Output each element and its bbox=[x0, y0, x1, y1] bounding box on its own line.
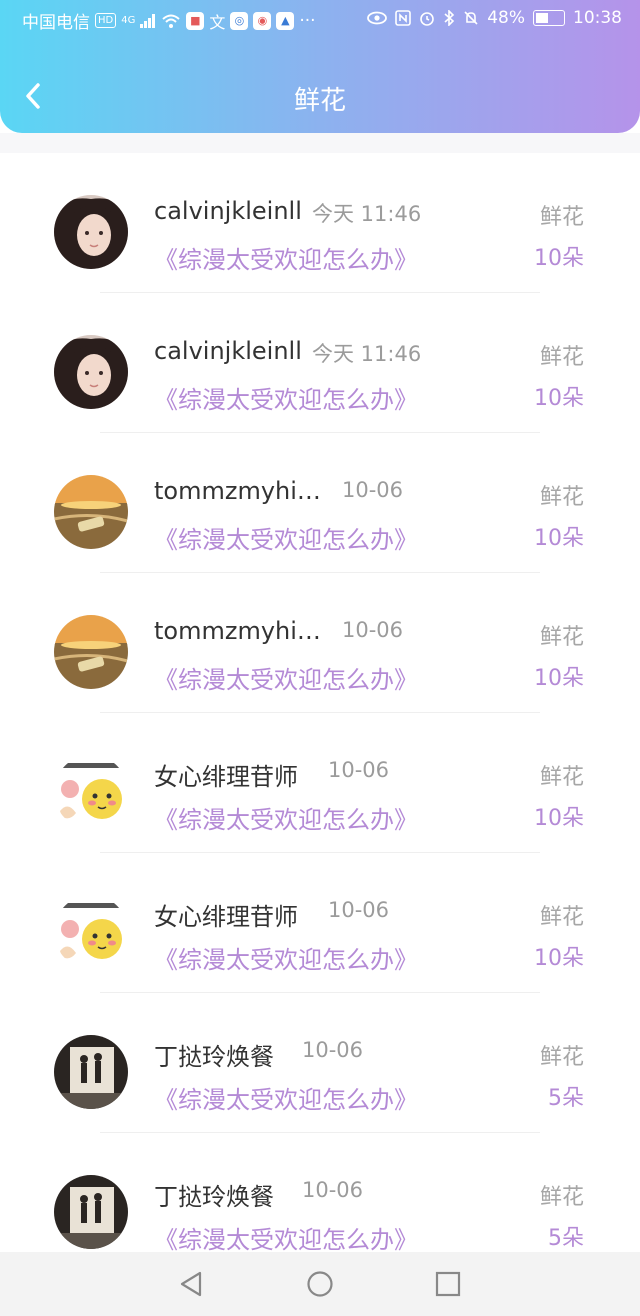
wifi-icon bbox=[162, 14, 181, 28]
avatar-girl[interactable] bbox=[54, 335, 128, 409]
app-icon-4: ◉ bbox=[253, 11, 272, 30]
gift-amount: 5朵 bbox=[548, 1086, 584, 1111]
gift-type: 鲜花 bbox=[539, 345, 584, 370]
book-title[interactable]: 《综漫太受欢迎怎么办》 bbox=[154, 240, 418, 275]
gift-amount: 10朵 bbox=[534, 946, 584, 971]
book-title[interactable]: 《综漫太受欢迎怎么办》 bbox=[154, 940, 418, 975]
status-left: 中国电信 HD 4G ■ 文 ◎ ◉ ▲ ··· bbox=[22, 8, 316, 34]
app-icon-2: 文 bbox=[209, 12, 226, 32]
user-name[interactable]: tommzmyhil... bbox=[154, 477, 324, 505]
triangle-back-icon[interactable] bbox=[174, 1266, 210, 1302]
book-title[interactable]: 《综漫太受欢迎怎么办》 bbox=[154, 380, 418, 415]
gift-amount: 10朵 bbox=[534, 666, 584, 691]
list-item[interactable]: calvinjkleinll 今天 11:46 《综漫太受欢迎怎么办》 鲜花 1… bbox=[0, 293, 640, 433]
list-item[interactable]: 丁挞玲焕餐 10-06 《综漫太受欢迎怎么办》 鲜花 5朵 bbox=[0, 993, 640, 1133]
bluetooth-icon bbox=[444, 10, 455, 26]
app-icon-5: ▲ bbox=[276, 11, 295, 30]
book-title[interactable]: 《综漫太受欢迎怎么办》 bbox=[154, 800, 418, 835]
hd-badge: HD bbox=[95, 13, 117, 28]
list-item[interactable]: 女心绯理苷师 10-06 《综漫太受欢迎怎么办》 鲜花 10朵 bbox=[0, 853, 640, 993]
network-type: 4G bbox=[121, 15, 136, 26]
circle-home-icon[interactable] bbox=[302, 1266, 338, 1302]
header-gap bbox=[0, 133, 640, 153]
gift-type: 鲜花 bbox=[539, 905, 584, 930]
book-title[interactable]: 《综漫太受欢迎怎么办》 bbox=[154, 520, 418, 555]
gift-amount: 10朵 bbox=[534, 386, 584, 411]
user-name[interactable]: 女心绯理苷师 bbox=[154, 897, 298, 932]
gift-type: 鲜花 bbox=[539, 205, 584, 230]
header-bar: 中国电信 HD 4G ■ 文 ◎ ◉ ▲ ··· 48% 10:38 鲜花 bbox=[0, 0, 640, 133]
avatar-beach[interactable] bbox=[54, 475, 128, 549]
record-time: 10-06 bbox=[342, 618, 404, 642]
user-name[interactable]: calvinjkleinll bbox=[154, 337, 302, 365]
list-item[interactable]: 女心绯理苷师 10-06 《综漫太受欢迎怎么办》 鲜花 10朵 bbox=[0, 713, 640, 853]
flower-record-list: calvinjkleinll 今天 11:46 《综漫太受欢迎怎么办》 鲜花 1… bbox=[0, 153, 640, 1273]
alarm-icon bbox=[420, 12, 435, 26]
clock: 10:38 bbox=[573, 8, 622, 28]
user-name[interactable]: 女心绯理苷师 bbox=[154, 757, 298, 792]
user-name[interactable]: tommzmyhil... bbox=[154, 617, 324, 645]
app-icon-3: ◎ bbox=[230, 11, 249, 30]
record-time: 10-06 bbox=[328, 758, 390, 782]
avatar-couple[interactable] bbox=[54, 1175, 128, 1249]
status-bar: 中国电信 HD 4G ■ 文 ◎ ◉ ▲ ··· 48% 10:38 bbox=[0, 0, 640, 40]
gift-amount: 10朵 bbox=[534, 246, 584, 271]
gift-type: 鲜花 bbox=[539, 1045, 584, 1070]
gift-amount: 5朵 bbox=[548, 1226, 584, 1251]
avatar-beach[interactable] bbox=[54, 615, 128, 689]
avatar-emoji[interactable] bbox=[54, 755, 128, 829]
book-title[interactable]: 《综漫太受欢迎怎么办》 bbox=[154, 660, 418, 695]
mute-bell-icon bbox=[464, 11, 478, 25]
carrier-label: 中国电信 bbox=[22, 13, 90, 33]
user-name[interactable]: 丁挞玲焕餐 bbox=[154, 1037, 274, 1072]
avatar-emoji[interactable] bbox=[54, 895, 128, 969]
gift-type: 鲜花 bbox=[539, 485, 584, 510]
battery-icon bbox=[533, 10, 565, 26]
gift-type: 鲜花 bbox=[539, 765, 584, 790]
system-nav-bar bbox=[0, 1252, 640, 1316]
gift-amount: 10朵 bbox=[534, 526, 584, 551]
gift-type: 鲜花 bbox=[539, 625, 584, 650]
gift-type: 鲜花 bbox=[539, 1185, 584, 1210]
avatar-girl[interactable] bbox=[54, 195, 128, 269]
nfc-icon bbox=[395, 10, 412, 26]
user-name[interactable]: 丁挞玲焕餐 bbox=[154, 1177, 274, 1212]
record-time: 10-06 bbox=[302, 1178, 364, 1202]
signal-icon bbox=[140, 13, 156, 28]
app-icon-1: ■ bbox=[186, 11, 205, 30]
battery-percent: 48% bbox=[487, 8, 525, 28]
user-name[interactable]: calvinjkleinll bbox=[154, 197, 302, 225]
more-notifications: ··· bbox=[299, 10, 316, 31]
book-title[interactable]: 《综漫太受欢迎怎么办》 bbox=[154, 1220, 418, 1255]
list-item[interactable]: calvinjkleinll 今天 11:46 《综漫太受欢迎怎么办》 鲜花 1… bbox=[0, 153, 640, 293]
record-time: 10-06 bbox=[328, 898, 390, 922]
gift-amount: 10朵 bbox=[534, 806, 584, 831]
list-item[interactable]: tommzmyhil... 10-06 《综漫太受欢迎怎么办》 鲜花 10朵 bbox=[0, 573, 640, 713]
book-title[interactable]: 《综漫太受欢迎怎么办》 bbox=[154, 1080, 418, 1115]
status-right: 48% 10:38 bbox=[367, 8, 622, 28]
list-item[interactable]: tommzmyhil... 10-06 《综漫太受欢迎怎么办》 鲜花 10朵 bbox=[0, 433, 640, 573]
square-recents-icon[interactable] bbox=[430, 1266, 466, 1302]
avatar-couple[interactable] bbox=[54, 1035, 128, 1109]
record-time: 10-06 bbox=[342, 478, 404, 502]
record-time: 今天 11:46 bbox=[312, 202, 422, 226]
record-time: 10-06 bbox=[302, 1038, 364, 1062]
eye-icon bbox=[367, 11, 388, 25]
record-time: 今天 11:46 bbox=[312, 342, 422, 366]
page-title: 鲜花 bbox=[293, 86, 346, 116]
